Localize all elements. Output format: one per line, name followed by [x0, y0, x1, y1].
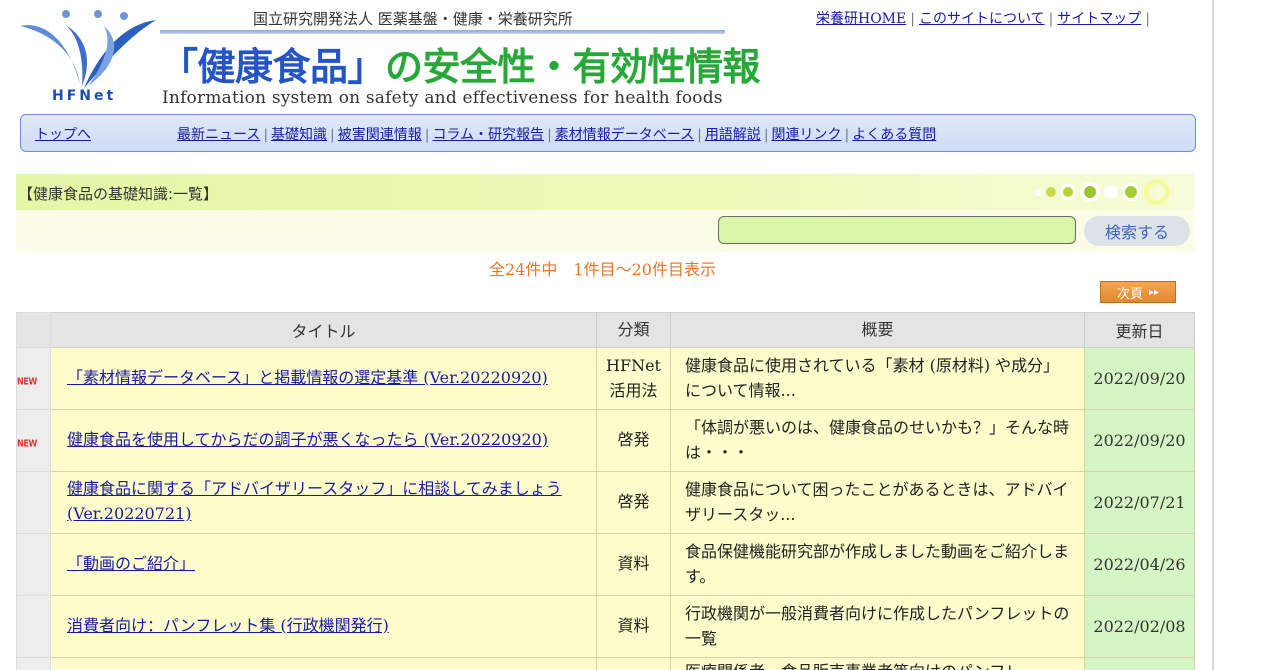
section-title: 【健康食品の基礎知識:一覧】: [18, 185, 219, 203]
header-divider: [160, 30, 725, 34]
header-new: [16, 312, 51, 348]
category-cell: 資料: [596, 532, 671, 596]
site-title-green-part: の安全性・有効性情報: [385, 45, 761, 89]
category-cell: 啓発: [596, 408, 671, 472]
summary-cell: 行政機関が一般消費者向けに作成したパンフレットの一覧: [670, 594, 1085, 658]
next-page-label: 次頁: [1116, 286, 1143, 302]
title-cell: 健康食品を使用してからだの調子が悪くなったら (Ver.20220920): [50, 408, 597, 472]
separator: |: [1048, 11, 1054, 27]
separator: |: [263, 127, 269, 143]
nav-link-basics[interactable]: 基礎知識: [271, 127, 327, 143]
separator: |: [697, 127, 702, 143]
article-link[interactable]: 「動画のご紹介」: [67, 554, 195, 573]
new-cell: NEW: [16, 346, 51, 410]
top-link-sitemap[interactable]: サイトマップ: [1057, 11, 1141, 27]
nav-link-glossary[interactable]: 用語解説: [705, 127, 761, 143]
summary-cell: 健康食品について困ったことがあるときは、アドバイザリースタッ...: [670, 470, 1085, 534]
new-cell: [16, 594, 51, 658]
nav-link-columns[interactable]: コラム・研究報告: [432, 127, 544, 143]
separator: |: [547, 127, 552, 143]
header-title: タイトル: [50, 312, 597, 348]
category-cell: HFNet 活用法: [596, 346, 671, 410]
nav-link-damage-info[interactable]: 被害関連情報: [338, 127, 422, 143]
table-row: 健康食品に関する「アドバイザリースタッフ」に相談してみましょう (Ver.202…: [16, 470, 1195, 534]
separator: |: [424, 127, 430, 143]
date-cell: 2022/09/20: [1084, 408, 1195, 472]
nav-link-news[interactable]: 最新ニュース: [177, 127, 260, 143]
organization-name: 国立研究開発法人 医薬基盤・健康・栄養研究所: [253, 10, 573, 28]
summary-cell: 「体調が悪いのは、健康食品のせいかも？」そんな時は・・・: [670, 408, 1085, 472]
logo-text: HFNet: [52, 88, 117, 104]
table-row: NEW 健康食品を使用してからだの調子が悪くなったら (Ver.20220920…: [16, 408, 1195, 472]
article-link[interactable]: 「素材情報データベース」と掲載情報の選定基準 (Ver.20220920): [67, 368, 548, 387]
search-button[interactable]: 検索する: [1084, 216, 1190, 246]
top-links: 栄養研HOME | このサイトについて | サイトマップ |: [816, 8, 1154, 28]
table-row: 消費者向け：パンフレット集 (行政機関発行) 資料 行政機関が一般消費者向けに作…: [16, 594, 1195, 658]
summary-cell: 食品保健機能研究部が作成しました動画をご紹介します。: [670, 532, 1085, 596]
site-title: 「健康食品」の安全性・有効性情報: [160, 36, 761, 91]
date-cell: 2022/07/21: [1084, 470, 1195, 534]
separator: |: [910, 11, 915, 27]
results-table: タイトル 分類 概要 更新日 NEW 「素材情報データベース」と掲載情報の選定基…: [16, 312, 1195, 670]
summary-cell: 医療関係者、食品販売事業者等向けのパンフレ: [670, 656, 1085, 670]
category-cell: [596, 656, 671, 670]
search-input[interactable]: [718, 216, 1076, 244]
new-cell: [16, 470, 51, 534]
double-arrow-icon: ▸▸: [1148, 286, 1160, 298]
title-cell: 消費者向け：パンフレット集 (行政機関発行): [50, 594, 597, 658]
category-cell: 啓発: [596, 470, 671, 534]
separator: |: [1145, 11, 1150, 27]
title-cell: 「動画のご紹介」: [50, 532, 597, 596]
top-link-home[interactable]: 栄養研HOME: [816, 11, 906, 27]
main-nav: トップへ 最新ニュース | 基礎知識 | 被害関連情報 | コラム・研究報告 | 素材情報データ…: [20, 114, 1196, 152]
table-row: 「動画のご紹介」 資料 食品保健機能研究部が作成しました動画をご紹介します。 2…: [16, 532, 1195, 596]
nav-link-faq[interactable]: よくある質問: [852, 127, 936, 143]
new-badge-icon: NEW: [17, 375, 38, 387]
section-header: 【健康食品の基礎知識:一覧】: [16, 174, 1194, 210]
top-link-about[interactable]: このサイトについて: [919, 11, 1045, 27]
new-cell: [16, 532, 51, 596]
nav-links: 最新ニュース | 基礎知識 | 被害関連情報 | コラム・研究報告 | 素材情報データベース | 用…: [177, 124, 936, 144]
date-cell: 2022/02/08: [1084, 594, 1195, 658]
separator: |: [330, 127, 335, 143]
header-summary: 概要: [670, 312, 1085, 348]
new-cell: NEW: [16, 408, 51, 472]
site-subtitle: Information system on safety and effecti…: [162, 88, 723, 108]
separator: |: [763, 127, 769, 143]
title-cell: 「素材情報データベース」と掲載情報の選定基準 (Ver.20220920): [50, 346, 597, 410]
title-cell: 健康食品に関する「アドバイザリースタッフ」に相談してみましょう (Ver.202…: [50, 470, 597, 534]
nav-link-ingredient-db[interactable]: 素材情報データベース: [555, 127, 694, 143]
article-link[interactable]: 健康食品に関する「アドバイザリースタッフ」に相談してみましょう (Ver.202…: [67, 479, 562, 523]
date-cell: [1084, 656, 1195, 670]
new-badge-icon: NEW: [17, 437, 38, 449]
table-header-row: タイトル 分類 概要 更新日: [16, 312, 1195, 348]
next-page-button[interactable]: 次頁 ▸▸: [1100, 281, 1176, 303]
separator: |: [844, 127, 850, 143]
nav-link-related[interactable]: 関連リンク: [772, 127, 842, 143]
article-link[interactable]: 健康食品を使用してからだの調子が悪くなったら (Ver.20220920): [67, 430, 548, 449]
table-row: 医療関係者、食品販売事業者等向けのパンフレ: [16, 656, 1195, 670]
site-title-blue-part: 「健康食品」: [160, 45, 386, 89]
decorative-dots-icon: [1035, 179, 1170, 205]
category-cell: 資料: [596, 594, 671, 658]
title-cell: [50, 656, 597, 670]
summary-cell: 健康食品に使用されている「素材 (原材料) や成分」について情報...: [670, 346, 1085, 410]
table-row: NEW 「素材情報データベース」と掲載情報の選定基準 (Ver.20220920…: [16, 346, 1195, 410]
header-updated: 更新日: [1084, 312, 1195, 348]
results-count: 全24件中 1件目〜20件目表示: [489, 260, 716, 279]
date-cell: 2022/09/20: [1084, 346, 1195, 410]
article-link[interactable]: 消費者向け：パンフレット集 (行政機関発行): [67, 616, 389, 635]
page-edge: [1212, 0, 1214, 670]
date-cell: 2022/04/26: [1084, 532, 1195, 596]
search-bar: 検索する: [16, 210, 1194, 252]
header-category: 分類: [596, 312, 671, 348]
nav-home-link[interactable]: トップへ: [35, 124, 91, 144]
new-cell: [16, 656, 51, 670]
